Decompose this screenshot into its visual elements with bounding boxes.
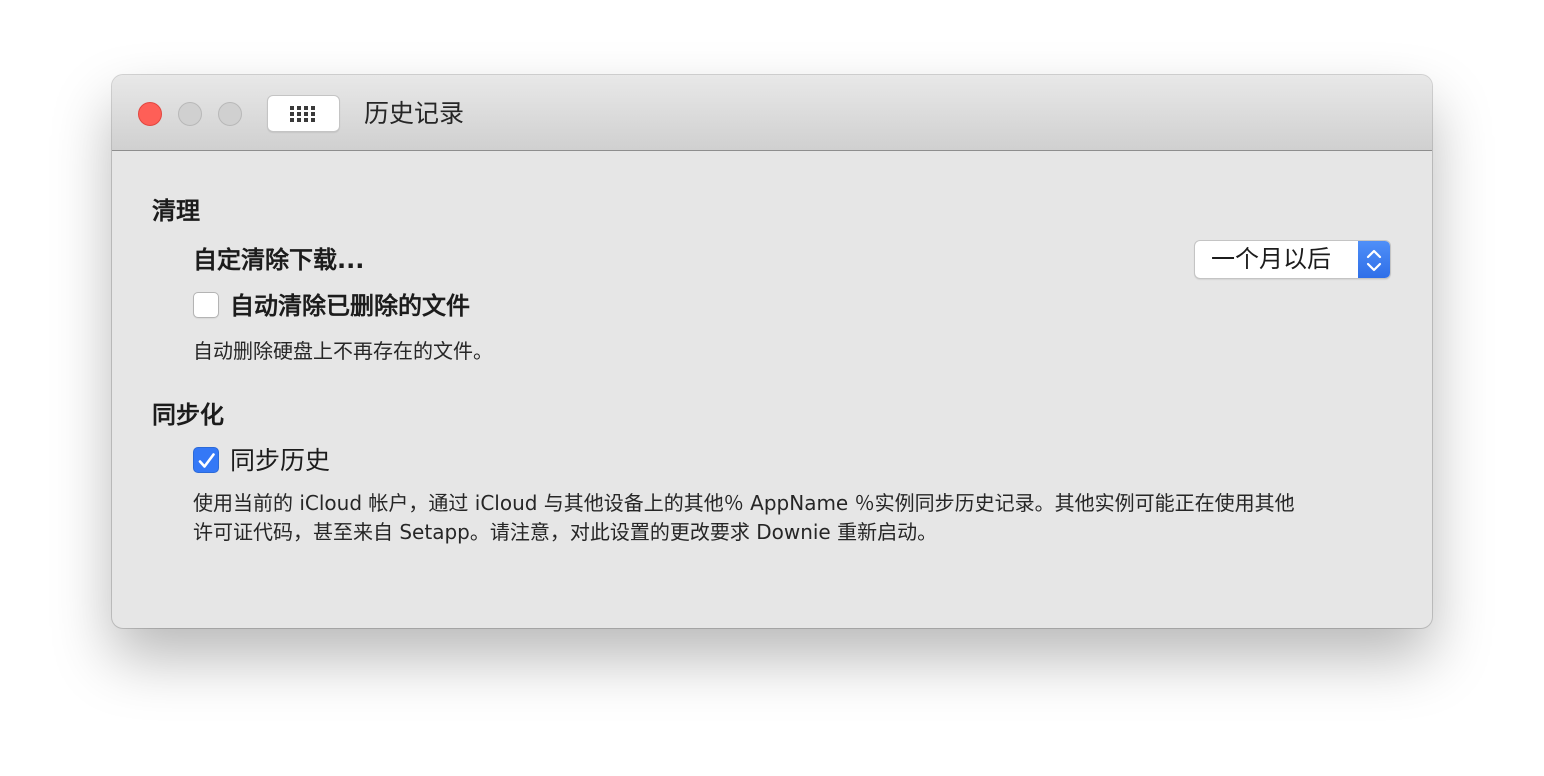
- show-all-preferences-button[interactable]: [267, 95, 340, 132]
- preferences-window: 历史记录 清理 自定清除下载... 一个月以后 自动清除已删除的文件 自动删除硬…: [112, 75, 1432, 628]
- window-title: 历史记录: [364, 99, 465, 128]
- auto-clear-downloads-label: 自定清除下载...: [193, 246, 365, 274]
- minimize-icon[interactable]: [178, 102, 202, 126]
- auto-clear-popup[interactable]: 一个月以后: [1194, 240, 1391, 279]
- chevron-up-down-icon: [1358, 241, 1390, 278]
- sync-description-line-1: 使用当前的 iCloud 帐户，通过 iCloud 与其他设备上的其他％ App…: [193, 491, 1295, 515]
- sync-history-checkbox[interactable]: [193, 447, 219, 473]
- section-title-cleanup: 清理: [152, 197, 200, 225]
- checkmark-icon: [198, 453, 215, 468]
- section-title-sync: 同步化: [152, 401, 224, 429]
- delete-missing-files-description: 自动删除硬盘上不再存在的文件。: [193, 339, 493, 363]
- zoom-icon[interactable]: [218, 102, 242, 126]
- auto-clear-popup-value: 一个月以后: [1211, 245, 1331, 273]
- sync-history-label[interactable]: 同步历史: [230, 445, 330, 477]
- delete-missing-files-checkbox[interactable]: [193, 292, 219, 318]
- titlebar: 历史记录: [112, 75, 1432, 151]
- delete-missing-files-label[interactable]: 自动清除已删除的文件: [230, 290, 470, 322]
- close-icon[interactable]: [138, 102, 162, 126]
- sync-description-line-2: 许可证代码，甚至来自 Setapp。请注意，对此设置的更改要求 Downie 重…: [193, 520, 938, 544]
- grid-icon: [290, 106, 320, 122]
